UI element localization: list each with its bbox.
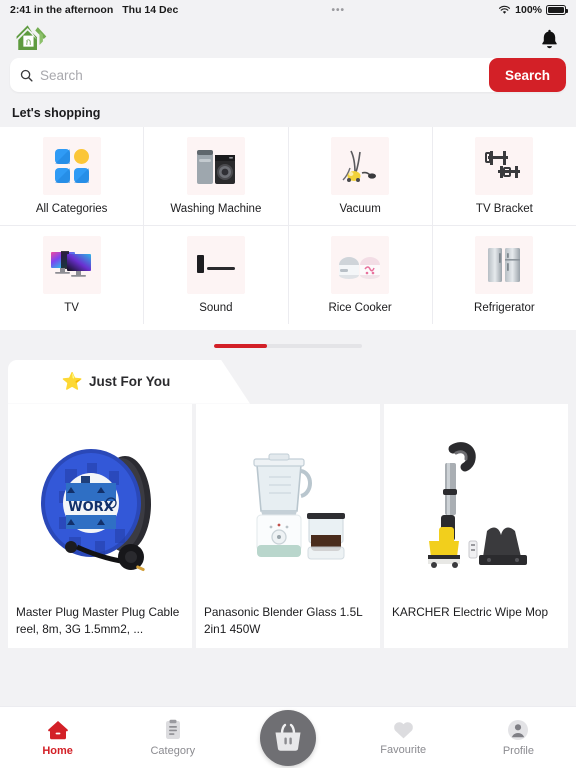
category-thumb [331, 137, 390, 195]
status-bar: 2:41 in the afternoon Thu 14 Dec ••• 100… [0, 0, 576, 20]
bell-icon [541, 29, 557, 49]
battery-percent-label: 100% [515, 4, 542, 16]
category-thumb [186, 137, 245, 195]
battery-icon [546, 5, 568, 15]
category-grid: All Categories Washing Machine Vacuum TV… [0, 127, 576, 330]
star-icon: ⭐ [61, 372, 83, 392]
vacuum-cleaner-icon [342, 150, 377, 182]
category-item-sound[interactable]: Sound [144, 225, 289, 324]
product-title: KARCHER Electric Wipe Mop [392, 604, 549, 619]
grid-squares-icon [54, 149, 89, 183]
just-for-you-label: Just For You [88, 374, 171, 390]
tab-label: Favourite [380, 744, 427, 756]
electric-mop-product-image [428, 441, 527, 568]
search-bar[interactable]: Search [10, 58, 566, 92]
product-card[interactable]: WORX Master Plug Master Plug Cable reel,… [8, 403, 192, 648]
category-label: Refrigerator [474, 301, 535, 314]
notification-button[interactable] [536, 24, 562, 54]
list-icon [165, 719, 180, 739]
carousel-pagination[interactable] [0, 329, 576, 360]
category-row: TV Sound Rice Cooker Refrigerator [0, 225, 576, 324]
svg-text:ก: ก [26, 37, 32, 48]
page-title: Let's shopping [12, 106, 101, 120]
category-thumb [475, 137, 534, 195]
home-brand-logo-icon[interactable]: ก [14, 22, 48, 56]
product-card[interactable]: Panasonic Blender Glass 1.5L 2in1 450W [196, 403, 380, 648]
status-date: Thu 14 Dec [122, 4, 179, 16]
tab-label: Profile [502, 744, 534, 757]
status-bar-left: 2:41 in the afternoon Thu 14 Dec [10, 4, 178, 16]
category-thumb [42, 235, 101, 294]
category-item-washing-machine[interactable]: Washing Machine [144, 127, 289, 226]
category-thumb [331, 235, 390, 294]
product-image [204, 412, 372, 596]
cable-reel-product-image: WORX [41, 448, 151, 571]
category-label: TV Bracket [475, 203, 533, 215]
tab-home[interactable]: Home [0, 707, 115, 768]
product-image: WORX [16, 412, 184, 596]
category-thumb [42, 137, 101, 195]
tab-favourite[interactable]: Favourite [346, 707, 461, 768]
category-label: TV [64, 301, 79, 314]
category-label: All Categories [35, 203, 108, 215]
svg-text:WORX: WORX [68, 500, 113, 515]
category-item-tv[interactable]: TV [0, 225, 145, 324]
shopping-basket-icon [275, 723, 301, 751]
category-row: All Categories Washing Machine Vacuum TV… [0, 127, 576, 226]
category-thumb [475, 235, 534, 294]
app-root: 2:41 in the afternoon Thu 14 Dec ••• 100… [0, 0, 576, 768]
person-icon [508, 719, 529, 740]
refrigerator-icon [488, 247, 521, 282]
category-label: Sound [199, 301, 233, 314]
wifi-icon [499, 5, 511, 14]
pagination-track [214, 343, 362, 348]
washing-machine-icon [196, 150, 235, 184]
search-icon [20, 69, 33, 82]
rice-cooker-icon [339, 256, 381, 279]
category-thumb [186, 235, 245, 294]
heart-icon [393, 722, 413, 739]
tv-bracket-icon [485, 151, 521, 178]
tab-label: Home [42, 744, 73, 757]
tab-just-for-you[interactable]: ⭐ Just For You [8, 359, 250, 404]
category-label: Vacuum [339, 203, 381, 215]
category-label: Washing Machine [170, 203, 262, 215]
search-button[interactable]: Search [488, 58, 566, 92]
home-icon [47, 720, 68, 739]
bottom-navigation: Home Category Favourite Profile [0, 706, 576, 768]
category-item-all-categories[interactable]: All Categories [0, 127, 145, 226]
product-title: Panasonic Blender Glass 1.5L 2in1 450W [204, 604, 363, 636]
just-for-you-section: ⭐ Just For You [0, 359, 576, 404]
status-bar-center: ••• [178, 5, 498, 16]
category-label: Rice Cooker [328, 301, 392, 314]
category-item-refrigerator[interactable]: Refrigerator [432, 225, 576, 324]
search-section: Search [0, 58, 576, 98]
product-image [392, 412, 560, 596]
pagination-thumb [214, 343, 268, 348]
search-input[interactable] [40, 58, 489, 92]
television-icon [50, 250, 91, 277]
dynamic-island-dots-icon: ••• [331, 4, 345, 16]
blender-product-image [253, 453, 345, 560]
tab-label: Category [150, 744, 196, 757]
status-bar-right: 100% [498, 4, 568, 16]
tab-category[interactable]: Category [115, 707, 230, 768]
product-title: Master Plug Master Plug Cable reel, 8m, … [16, 604, 180, 636]
category-item-rice-cooker[interactable]: Rice Cooker [288, 225, 433, 324]
status-time: 2:41 in the afternoon [10, 4, 114, 16]
cart-button[interactable] [260, 709, 316, 766]
category-item-vacuum[interactable]: Vacuum [288, 127, 433, 226]
tab-profile[interactable]: Profile [461, 707, 576, 768]
product-card[interactable]: KARCHER Electric Wipe Mop [384, 403, 568, 648]
app-header: ก [0, 20, 576, 58]
product-grid: WORX Master Plug Master Plug Cable reel,… [0, 403, 576, 648]
category-item-tv-bracket[interactable]: TV Bracket [432, 127, 576, 226]
main-scroll-area[interactable]: Let's shopping All Categories Washing Ma… [0, 98, 576, 706]
soundbar-icon [196, 254, 235, 273]
